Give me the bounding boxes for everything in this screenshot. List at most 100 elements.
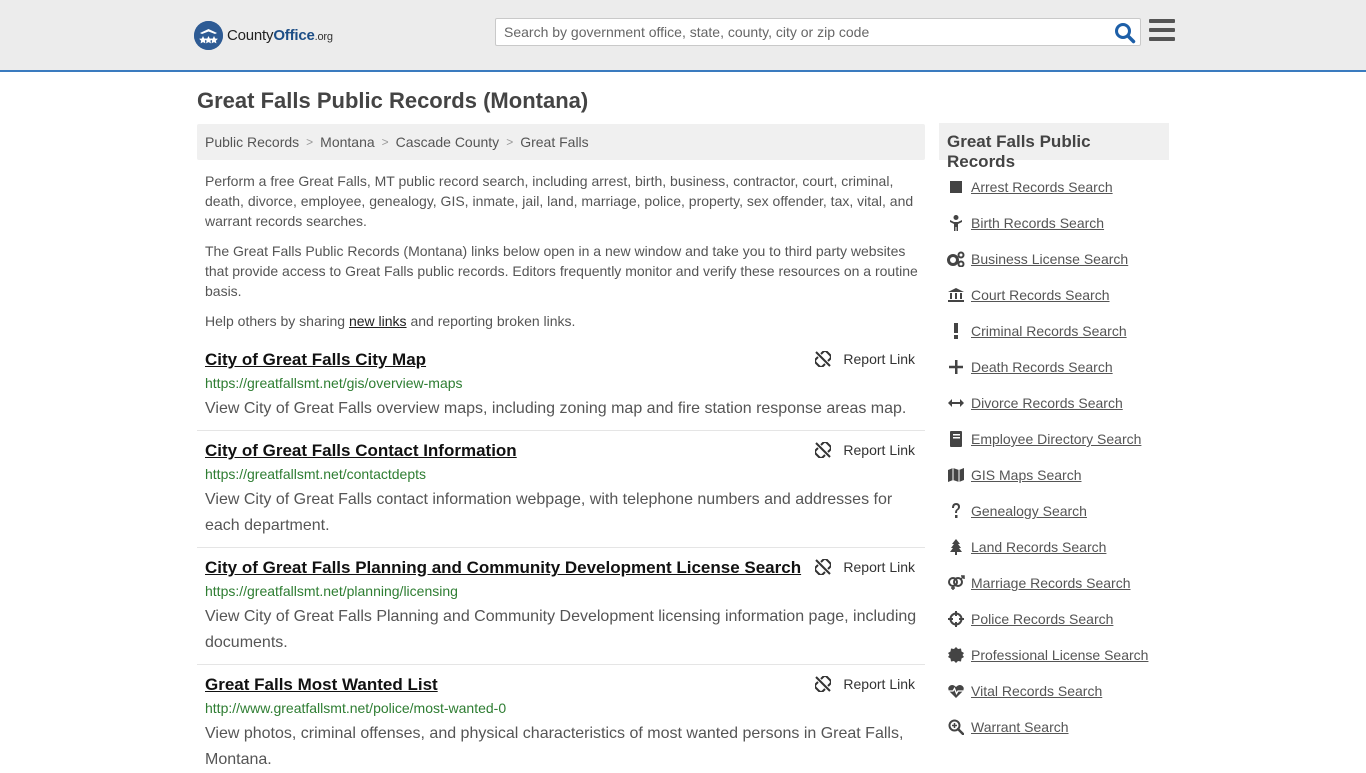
logo-office: Office <box>273 26 315 44</box>
sidebar-item-vital-records[interactable]: Vital Records Search <box>947 681 1102 701</box>
broken-link-icon <box>815 351 832 367</box>
search-icon <box>1115 23 1136 44</box>
breadcrumb-montana[interactable]: Montana <box>320 134 374 150</box>
arrows-horizontal-icon <box>947 394 965 412</box>
report-link-button[interactable]: Report Link <box>815 559 915 575</box>
logo-name: County <box>227 26 274 44</box>
sidebar-item-police-records[interactable]: Police Records Search <box>947 609 1113 629</box>
listing-description: View photos, criminal offenses, and phys… <box>205 725 904 768</box>
sidebar-item-label[interactable]: Divorce Records Search <box>971 395 1123 411</box>
logo-badge-icon <box>194 20 223 50</box>
sidebar-item-label[interactable]: Criminal Records Search <box>971 323 1127 339</box>
top-bar: CountyOffice.org <box>0 0 1366 72</box>
sidebar-item-court-records[interactable]: Court Records Search <box>947 285 1110 305</box>
sidebar-item-label[interactable]: Police Records Search <box>971 611 1113 627</box>
intro-help-text: Help others by sharing <box>205 313 349 329</box>
broken-link-icon <box>815 559 832 575</box>
certificate-icon <box>947 646 965 664</box>
listing-title-link[interactable]: Great Falls Most Wanted List <box>205 675 438 695</box>
breadcrumb-cascade-county[interactable]: Cascade County <box>396 134 500 150</box>
sidebar-item-land-records[interactable]: Land Records Search <box>947 537 1106 557</box>
sidebar-item-gis-maps[interactable]: GIS Maps Search <box>947 465 1082 485</box>
crosshairs-icon <box>947 610 965 628</box>
report-link-label: Report Link <box>843 442 915 458</box>
listing-url: https://greatfallsmt.net/gis/overview-ma… <box>205 375 463 391</box>
sidebar-item-divorce-records[interactable]: Divorce Records Search <box>947 393 1123 413</box>
listing-description: View City of Great Falls overview maps, … <box>205 400 907 417</box>
search-box <box>495 18 1141 46</box>
sidebar-item-arrest-records[interactable]: Arrest Records Search <box>947 177 1113 197</box>
intro-paragraph-1: Perform a free Great Falls, MT public re… <box>205 173 914 229</box>
listing-url: https://greatfallsmt.net/contactdepts <box>205 466 427 482</box>
listing-url: http://www.greatfallsmt.net/police/most-… <box>205 700 507 716</box>
sidebar-item-label[interactable]: Genealogy Search <box>971 503 1087 519</box>
report-link-button[interactable]: Report Link <box>815 351 915 367</box>
plus-icon <box>947 358 965 376</box>
child-icon <box>947 214 965 232</box>
listing-item: Great Falls Most Wanted List Report Link… <box>197 675 925 768</box>
sidebar-item-genealogy[interactable]: Genealogy Search <box>947 501 1087 521</box>
new-links-link[interactable]: new links <box>349 313 407 329</box>
intro-paragraph-3: Help others by sharing new links and rep… <box>205 311 921 331</box>
hamburger-menu-icon[interactable] <box>1149 19 1175 43</box>
sidebar-item-label[interactable]: Vital Records Search <box>971 683 1102 699</box>
search-button[interactable] <box>1114 22 1136 44</box>
breadcrumb-separator: > <box>381 135 389 149</box>
intro-help-text-end: and reporting broken links. <box>406 313 576 329</box>
search-input[interactable] <box>496 19 1106 45</box>
report-link-button[interactable]: Report Link <box>815 442 915 458</box>
listing-title-link[interactable]: City of Great Falls Planning and Communi… <box>205 558 801 578</box>
listing-item: City of Great Falls City Map Report Link… <box>197 350 925 431</box>
sidebar-item-business-license[interactable]: Business License Search <box>947 249 1128 269</box>
report-link-label: Report Link <box>843 559 915 575</box>
listing-item: City of Great Falls Planning and Communi… <box>197 558 925 665</box>
sidebar-item-label[interactable]: Marriage Records Search <box>971 575 1131 591</box>
listing-item: City of Great Falls Contact Information … <box>197 441 925 548</box>
page-title: Great Falls Public Records (Montana) <box>197 88 589 113</box>
sidebar-item-label[interactable]: GIS Maps Search <box>971 467 1082 483</box>
listing-title-link[interactable]: City of Great Falls City Map <box>205 350 426 370</box>
sidebar-item-label[interactable]: Birth Records Search <box>971 215 1104 231</box>
sidebar-item-label[interactable]: Arrest Records Search <box>971 179 1113 195</box>
sidebar-item-label[interactable]: Court Records Search <box>971 287 1110 303</box>
logo-tld: .org <box>314 30 333 43</box>
book-icon <box>947 430 965 448</box>
sidebar-item-employee-directory[interactable]: Employee Directory Search <box>947 429 1141 449</box>
breadcrumb: Public Records > Montana > Cascade Count… <box>197 124 925 160</box>
sidebar-item-warrant-search[interactable]: Warrant Search <box>947 717 1069 737</box>
sidebar-item-label[interactable]: Employee Directory Search <box>971 431 1141 447</box>
listing-description: View City of Great Falls Planning and Co… <box>205 608 917 651</box>
map-icon <box>947 466 965 484</box>
square-icon <box>947 178 965 196</box>
sidebar-item-label[interactable]: Death Records Search <box>971 359 1113 375</box>
heartbeat-icon <box>947 682 965 700</box>
sidebar-item-criminal-records[interactable]: Criminal Records Search <box>947 321 1127 341</box>
sidebar-item-professional-license[interactable]: Professional License Search <box>947 645 1148 665</box>
sidebar-item-death-records[interactable]: Death Records Search <box>947 357 1113 377</box>
question-icon <box>947 502 965 520</box>
sidebar-item-marriage-records[interactable]: Marriage Records Search <box>947 573 1131 593</box>
listing-url: https://greatfallsmt.net/planning/licens… <box>205 583 458 599</box>
site-logo[interactable]: CountyOffice.org <box>194 20 333 50</box>
report-link-label: Report Link <box>843 351 915 367</box>
search-plus-icon <box>947 718 965 736</box>
gears-icon <box>947 250 965 268</box>
listing-description: View City of Great Falls contact informa… <box>205 491 893 534</box>
sidebar-item-label[interactable]: Professional License Search <box>971 647 1148 663</box>
broken-link-icon <box>815 676 832 692</box>
logo-text: CountyOffice.org <box>227 27 333 44</box>
sidebar-title: Great Falls Public Records <box>939 123 1169 171</box>
breadcrumb-public-records[interactable]: Public Records <box>205 134 299 150</box>
intro-paragraph-2: The Great Falls Public Records (Montana)… <box>205 243 918 299</box>
gender-icon <box>947 574 965 592</box>
exclamation-icon <box>947 322 965 340</box>
sidebar-item-label[interactable]: Land Records Search <box>971 539 1106 555</box>
report-link-button[interactable]: Report Link <box>815 676 915 692</box>
sidebar-item-birth-records[interactable]: Birth Records Search <box>947 213 1104 233</box>
breadcrumb-great-falls[interactable]: Great Falls <box>520 134 588 150</box>
sidebar-item-label[interactable]: Warrant Search <box>971 719 1069 735</box>
listing-title-link[interactable]: City of Great Falls Contact Information <box>205 441 517 461</box>
intro-text: Perform a free Great Falls, MT public re… <box>205 171 921 341</box>
sidebar-item-label[interactable]: Business License Search <box>971 251 1128 267</box>
breadcrumb-separator: > <box>306 135 314 149</box>
